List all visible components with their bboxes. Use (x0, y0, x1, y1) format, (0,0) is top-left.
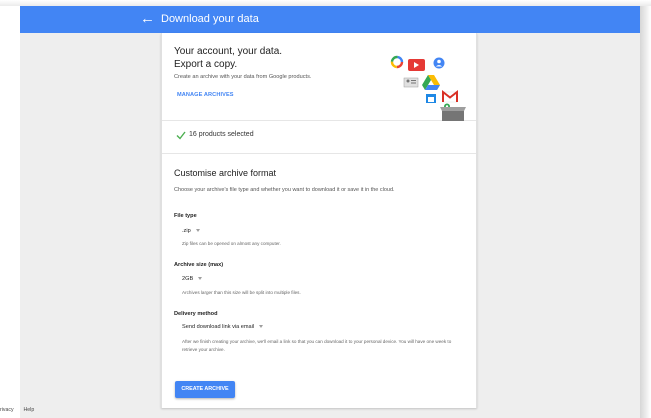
privacy-link[interactable]: rivacy (0, 407, 14, 413)
box-icon (440, 107, 466, 121)
create-archive-button[interactable]: CREATE ARCHIVE (175, 381, 235, 398)
file-type-dropdown[interactable]: .zip (182, 228, 200, 234)
file-type-value: .zip (182, 228, 191, 234)
page-viewport: ← Download your data Your account, your … (20, 6, 640, 418)
selected-products-text: 16 products selected (189, 131, 254, 138)
delivery-method-help: After we finish creating your archive, w… (182, 339, 452, 352)
manage-archives-link[interactable]: MANAGE ARCHIVES (177, 92, 234, 98)
format-section-subtitle: Choose your archive's file type and whet… (174, 187, 395, 193)
archive-size-label: Archive size (max) (174, 262, 224, 268)
app-bar: ← Download your data (20, 6, 640, 33)
calendar-icon (426, 94, 436, 103)
drive-icon (422, 75, 440, 90)
page-title: Download your data (161, 13, 259, 25)
hero-subtitle: Create an archive with your data from Go… (174, 74, 312, 80)
archive-size-help: Archives larger than this size will be s… (182, 290, 301, 295)
file-type-label: File type (174, 213, 197, 219)
photos-icon (390, 55, 404, 69)
hero-title-line1: Your account, your data. (174, 46, 283, 57)
contacts-icon (433, 57, 445, 69)
hero-title: Your account, your data. Export a copy. (174, 45, 282, 71)
export-card: Your account, your data. Export a copy. … (161, 33, 477, 408)
arrow-back-icon[interactable]: ← (140, 9, 156, 29)
hero-title-line2: Export a copy. (174, 59, 238, 70)
help-link[interactable]: Help (24, 407, 35, 413)
delivery-method-label: Delivery method (174, 311, 218, 317)
archive-size-dropdown[interactable]: 2GB (182, 276, 203, 282)
chevron-down-icon (259, 325, 264, 329)
footer: rivacy Help (0, 407, 44, 413)
format-section-title: Customise archive format (174, 168, 277, 178)
youtube-icon (408, 59, 425, 71)
chevron-down-icon (198, 277, 203, 281)
window-right-shadow (640, 6, 651, 418)
file-type-help: Zip files can be opened on almost any co… (182, 241, 281, 246)
product-icons-cluster (390, 55, 466, 121)
delivery-method-value: Send download link via email (182, 324, 255, 330)
archive-size-value: 2GB (182, 276, 194, 282)
id-card-icon (403, 77, 419, 88)
delivery-method-dropdown[interactable]: Send download link via email (182, 324, 264, 330)
check-icon (176, 131, 186, 140)
selected-products-row[interactable]: 16 products selected (162, 121, 476, 154)
hero-section: Your account, your data. Export a copy. … (162, 33, 476, 121)
gmail-icon (442, 89, 458, 103)
chevron-down-icon (195, 229, 200, 233)
